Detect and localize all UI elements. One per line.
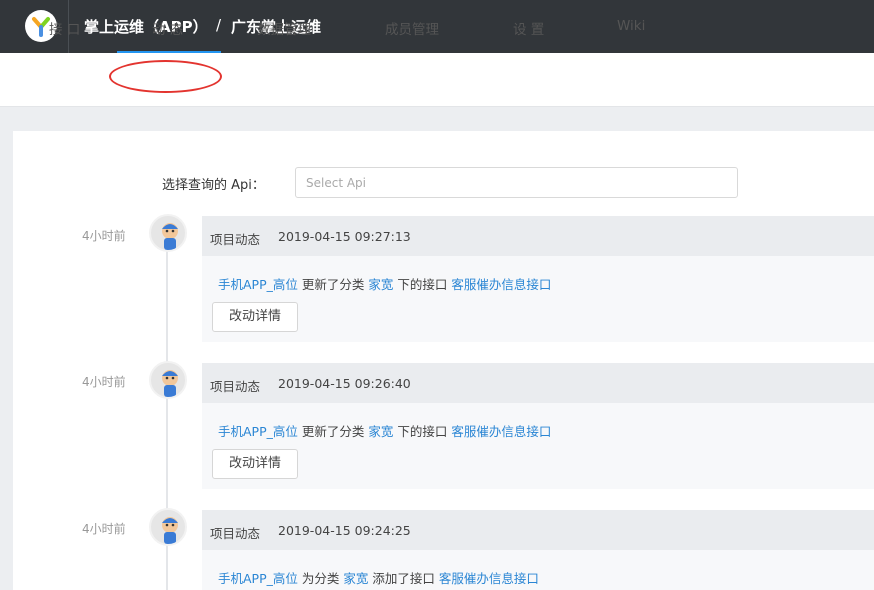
tab-activity[interactable]: 动 态 (152, 18, 183, 38)
category-link[interactable]: 家宽 (343, 571, 368, 586)
user-link[interactable]: 手机APP_高位 (218, 571, 298, 586)
activity-text: 为分类 (297, 571, 344, 586)
timeline-relative-time: 4小时前 (82, 375, 126, 389)
activity-text: 下的接口 (393, 277, 452, 292)
activity-type: 项目动态 (210, 232, 261, 247)
tab-member-management[interactable]: 成员管理 (385, 18, 439, 38)
tab-interface[interactable]: 接 口 (49, 18, 80, 38)
change-details-button[interactable]: 改动详情 (212, 449, 298, 479)
api-link[interactable]: 客服催办信息接口 (451, 277, 551, 292)
activity-text: 添加了接口 (368, 571, 439, 586)
category-link[interactable]: 家宽 (368, 277, 393, 292)
activity-timestamp: 2019-04-15 09:26:40 (278, 376, 411, 391)
api-link[interactable]: 客服催办信息接口 (451, 424, 551, 439)
user-avatar[interactable] (149, 508, 187, 546)
activity-timestamp: 2019-04-15 09:27:13 (278, 229, 411, 244)
activity-text: 更新了分类 (297, 424, 369, 439)
activity-card: 项目动态 2019-04-15 09:24:25 手机APP_高位 为分类 家宽… (202, 510, 874, 590)
activity-description: 手机APP_高位 更新了分类 家宽 下的接口 客服催办信息接口 (218, 421, 551, 440)
activity-description: 手机APP_高位 更新了分类 家宽 下的接口 客服催办信息接口 (218, 274, 551, 293)
activity-type: 项目动态 (210, 379, 261, 394)
tab-wiki[interactable]: Wiki (617, 18, 645, 34)
user-avatar[interactable] (149, 361, 187, 399)
user-avatar[interactable] (149, 214, 187, 252)
timeline-relative-time: 4小时前 (82, 522, 126, 536)
user-link[interactable]: 手机APP_高位 (218, 277, 298, 292)
api-link[interactable]: 客服催办信息接口 (439, 571, 539, 586)
avatar-icon (162, 223, 178, 250)
activity-card: 项目动态 2019-04-15 09:26:40 手机APP_高位 更新了分类 … (202, 363, 874, 489)
activity-card-header: 项目动态 2019-04-15 09:24:25 (202, 510, 874, 550)
avatar-icon (162, 517, 178, 544)
timeline-relative-time: 4小时前 (82, 229, 126, 243)
tab-data-management[interactable]: 数据管理 (257, 18, 311, 38)
change-details-button[interactable]: 改动详情 (212, 302, 298, 332)
api-filter-label: 选择查询的 Api： (162, 178, 265, 193)
activity-timestamp: 2019-04-15 09:24:25 (278, 523, 411, 538)
user-link[interactable]: 手机APP_高位 (218, 424, 298, 439)
activity-card-header: 项目动态 2019-04-15 09:26:40 (202, 363, 874, 403)
api-select[interactable]: Select Api (295, 167, 738, 198)
breadcrumb-separator: / (216, 16, 222, 34)
api-select-placeholder: Select Api (306, 176, 366, 190)
activity-text: 下的接口 (393, 424, 452, 439)
activity-card-header: 项目动态 2019-04-15 09:27:13 (202, 216, 874, 256)
activity-type: 项目动态 (210, 526, 261, 541)
activity-description: 手机APP_高位 为分类 家宽 添加了接口 客服催办信息接口 (218, 568, 539, 587)
category-link[interactable]: 家宽 (368, 424, 393, 439)
active-tab-indicator (117, 51, 221, 53)
activity-card: 项目动态 2019-04-15 09:27:13 手机APP_高位 更新了分类 … (202, 216, 874, 342)
annotation-ellipse (109, 60, 222, 93)
avatar-icon (162, 370, 178, 397)
tab-settings[interactable]: 设 置 (513, 18, 544, 38)
activity-text: 更新了分类 (297, 277, 369, 292)
breadcrumb-project[interactable]: 掌上运维（APP） (84, 16, 208, 37)
